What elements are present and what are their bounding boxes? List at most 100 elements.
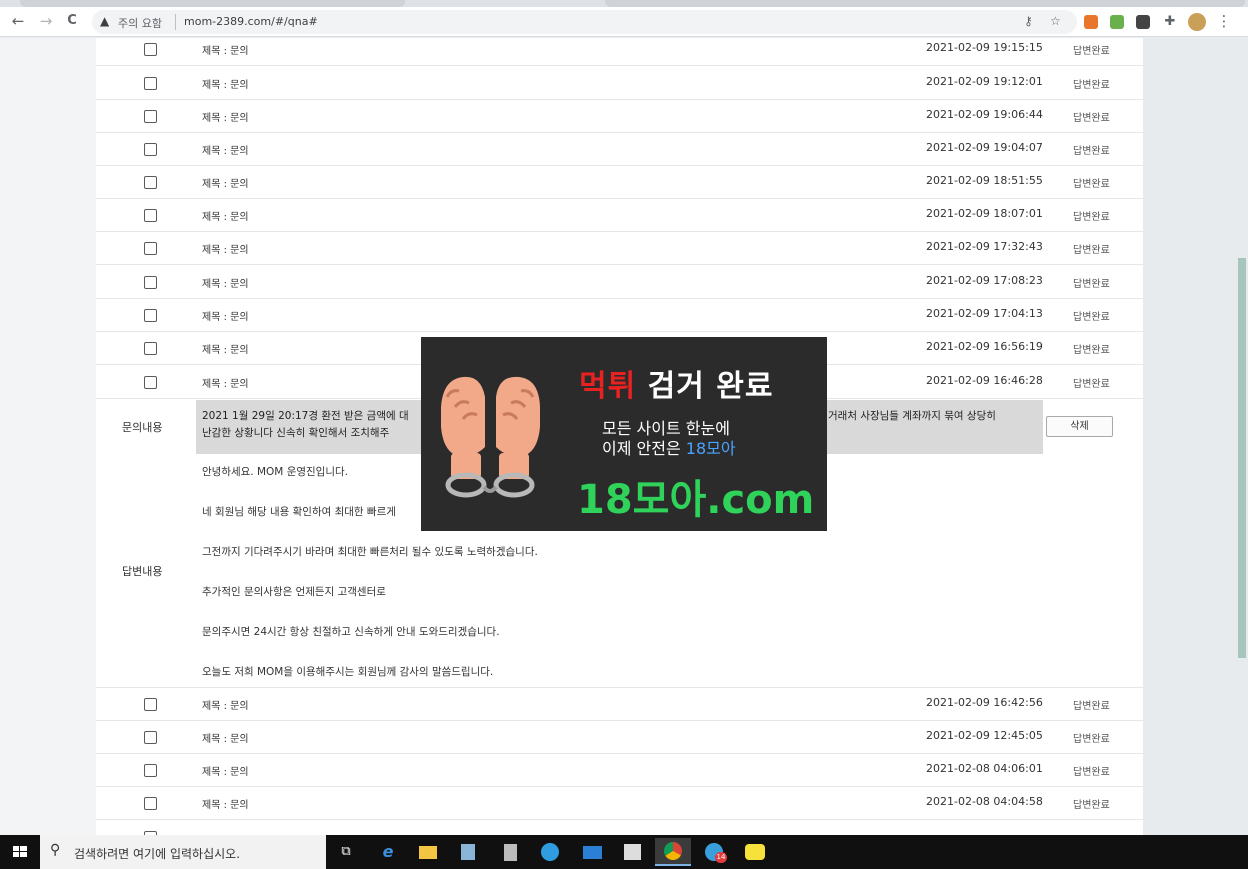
- row-checkbox[interactable]: [144, 43, 157, 56]
- row-checkbox[interactable]: [144, 797, 157, 810]
- answer-line: 문의주시면 24시간 항상 친절하고 신속하게 안내 도와드리겠습니다.: [202, 626, 500, 638]
- row-title[interactable]: 제목 : 문의: [202, 76, 249, 91]
- edge-icon[interactable]: [532, 838, 568, 866]
- row-checkbox[interactable]: [144, 276, 157, 289]
- row-checkbox[interactable]: [144, 698, 157, 711]
- row-title[interactable]: 제목 : 문의: [202, 275, 249, 290]
- row-status: 답변완료: [1073, 312, 1110, 323]
- table-row[interactable]: 제목 : 문의 2021-02-09 17:04:13 답변완료: [96, 299, 1143, 332]
- key-icon[interactable]: ⚷: [1024, 14, 1033, 28]
- extension-icon[interactable]: [1084, 15, 1098, 29]
- answer-line: 그전까지 기다려주시기 바라며 최대한 빠른처리 될수 있도록 노력하겠습니다.: [202, 546, 538, 558]
- row-checkbox[interactable]: [144, 376, 157, 389]
- browser-tab[interactable]: [20, 0, 405, 7]
- row-title[interactable]: 제목 : 문의: [202, 42, 249, 57]
- ad-domain[interactable]: 18모아.com: [577, 467, 814, 525]
- url-text[interactable]: mom-2389.com/#/qna#: [184, 15, 318, 28]
- table-row[interactable]: [96, 821, 1143, 835]
- row-title[interactable]: 제목 : 문의: [202, 308, 249, 323]
- table-row[interactable]: 제목 : 문의 2021-02-09 16:42:56 답변완료: [96, 688, 1143, 721]
- start-button[interactable]: [0, 835, 40, 869]
- back-icon[interactable]: ←: [8, 11, 28, 31]
- file-explorer-icon[interactable]: [410, 838, 446, 866]
- ad-subtitle: 이제 안전은 18모아: [602, 435, 736, 459]
- screen: ← → C ▲ 주의 요함 mom-2389.com/#/qna# ⚷ ☆ ✚ …: [0, 0, 1248, 869]
- row-checkbox[interactable]: [144, 731, 157, 744]
- row-date: 2021-02-09 19:15:15: [926, 41, 1043, 54]
- extension-icon[interactable]: [1136, 15, 1150, 29]
- mail-icon[interactable]: [574, 838, 610, 866]
- row-title[interactable]: 제목 : 문의: [202, 109, 249, 124]
- forward-icon[interactable]: →: [36, 11, 56, 31]
- table-row[interactable]: 제목 : 문의 2021-02-09 19:06:44 답변완료: [96, 100, 1143, 133]
- row-status: 답변완료: [1073, 345, 1110, 356]
- row-title[interactable]: 제목 : 문의: [202, 208, 249, 223]
- row-checkbox[interactable]: [144, 309, 157, 322]
- ad-title-highlight: 먹튀: [579, 369, 637, 404]
- telegram-icon[interactable]: 14: [696, 838, 732, 866]
- question-text-line: 거래처 사장님들 계좌까지 묶여 상당히: [828, 410, 996, 422]
- row-date: 2021-02-09 19:04:07: [926, 141, 1043, 154]
- table-row[interactable]: 제목 : 문의 2021-02-08 04:06:01 답변완료: [96, 754, 1143, 787]
- taskbar-search[interactable]: ⚲ 검색하려면 여기에 입력하십시오.: [40, 835, 326, 869]
- row-checkbox[interactable]: [144, 209, 157, 222]
- menu-icon[interactable]: ⋮: [1214, 11, 1234, 31]
- row-status: 답변완료: [1073, 179, 1110, 190]
- task-view-icon[interactable]: ⧉: [328, 838, 364, 866]
- row-title[interactable]: 제목 : 문의: [202, 697, 249, 712]
- row-checkbox[interactable]: [144, 764, 157, 777]
- chrome-icon[interactable]: [655, 838, 691, 866]
- row-status: 답변완료: [1073, 379, 1110, 390]
- row-title[interactable]: 제목 : 문의: [202, 796, 249, 811]
- reload-icon[interactable]: C: [62, 11, 82, 31]
- table-row[interactable]: 제목 : 문의 2021-02-09 18:51:55 답변완료: [96, 166, 1143, 199]
- star-icon[interactable]: ☆: [1050, 14, 1061, 28]
- table-row[interactable]: 제목 : 문의 2021-02-09 19:12:01 답변완료: [96, 67, 1143, 100]
- notepad-icon[interactable]: [450, 838, 486, 866]
- calculator-icon[interactable]: [492, 838, 528, 866]
- table-row[interactable]: 제목 : 문의 2021-02-09 18:07:01 답변완료: [96, 199, 1143, 232]
- table-row[interactable]: 제목 : 문의 2021-02-09 19:04:07 답변완료: [96, 133, 1143, 166]
- table-row[interactable]: 제목 : 문의 2021-02-09 17:32:43 답변완료: [96, 232, 1143, 265]
- table-row[interactable]: 제목 : 문의 2021-02-08 04:04:58 답변완료: [96, 787, 1143, 820]
- question-text-line: 2021 1월 29일 20:17경 환전 받은 금액에 대: [202, 410, 409, 422]
- answer-line: 안녕하세요. MOM 운영진입니다.: [202, 466, 348, 478]
- warning-icon[interactable]: ▲: [100, 14, 109, 28]
- row-checkbox[interactable]: [144, 176, 157, 189]
- left-margin: [0, 38, 96, 835]
- security-warning[interactable]: 주의 요함: [118, 15, 162, 31]
- table-row[interactable]: 제목 : 문의 2021-02-09 17:08:23 답변완료: [96, 266, 1143, 299]
- row-date: 2021-02-09 17:04:13: [926, 307, 1043, 320]
- row-checkbox[interactable]: [144, 342, 157, 355]
- row-checkbox[interactable]: [144, 77, 157, 90]
- row-date: 2021-02-09 18:51:55: [926, 174, 1043, 187]
- kakaotalk-icon[interactable]: [737, 838, 773, 866]
- row-checkbox[interactable]: [144, 110, 157, 123]
- scrollbar[interactable]: [1238, 258, 1246, 658]
- store-icon[interactable]: [614, 838, 650, 866]
- row-title[interactable]: 제목 : 문의: [202, 341, 249, 356]
- row-title[interactable]: 제목 : 문의: [202, 142, 249, 157]
- row-title[interactable]: 제목 : 문의: [202, 175, 249, 190]
- browser-tab[interactable]: [605, 0, 1245, 7]
- row-title[interactable]: 제목 : 문의: [202, 375, 249, 390]
- table-row[interactable]: 제목 : 문의 2021-02-09 19:15:15 답변완료: [96, 38, 1143, 66]
- answer-line: 추가적인 문의사항은 언제든지 고객센터로: [202, 586, 386, 598]
- ad-banner[interactable]: 먹튀 검거 완료 모든 사이트 한눈에 이제 안전은 18모아 18모아.com: [421, 337, 827, 531]
- address-bar[interactable]: ▲ 주의 요함 mom-2389.com/#/qna# ⚷ ☆: [92, 10, 1077, 34]
- search-input[interactable]: 검색하려면 여기에 입력하십시오.: [74, 845, 240, 862]
- row-title[interactable]: 제목 : 문의: [202, 730, 249, 745]
- row-checkbox[interactable]: [144, 143, 157, 156]
- table-row[interactable]: 제목 : 문의 2021-02-09 12:45:05 답변완료: [96, 721, 1143, 754]
- delete-button[interactable]: 삭제: [1046, 416, 1113, 437]
- avatar[interactable]: [1188, 13, 1206, 31]
- puzzle-icon[interactable]: ✚: [1160, 12, 1180, 32]
- ie-icon[interactable]: e: [370, 838, 406, 866]
- ad-title-rest: 검거 완료: [636, 369, 774, 404]
- row-checkbox[interactable]: [144, 242, 157, 255]
- extension-icon[interactable]: [1110, 15, 1124, 29]
- row-title[interactable]: 제목 : 문의: [202, 763, 249, 778]
- right-margin: [1143, 38, 1248, 835]
- row-title[interactable]: 제목 : 문의: [202, 241, 249, 256]
- row-status: 답변완료: [1073, 146, 1110, 157]
